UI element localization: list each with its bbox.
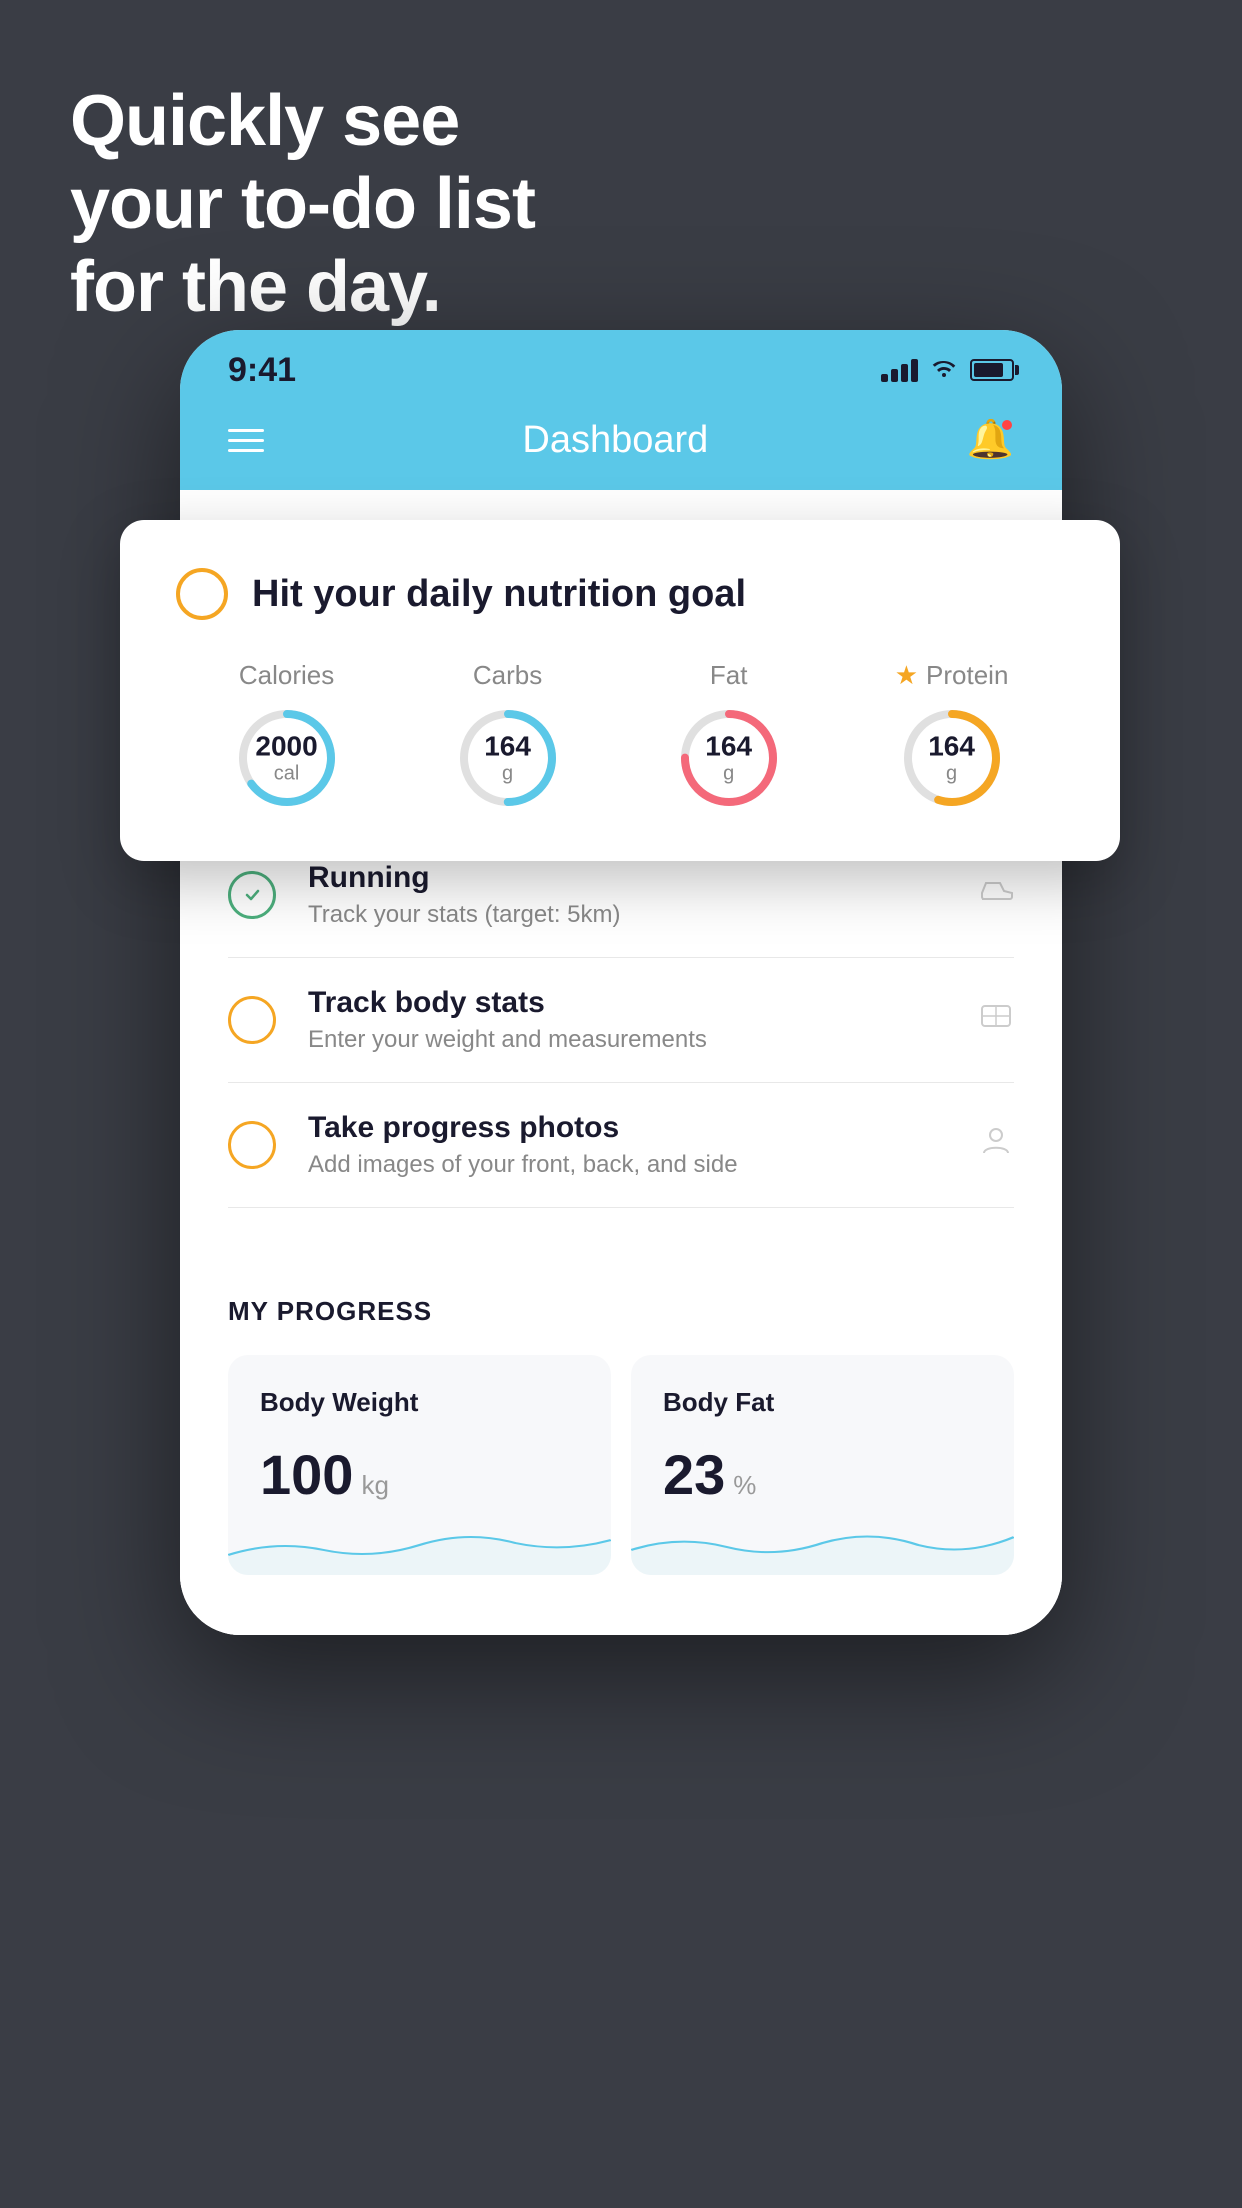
status-time: 9:41 (228, 351, 296, 390)
body-fat-card: Body Fat 23 % (631, 1355, 1014, 1575)
todo-circle-nutrition (176, 568, 228, 620)
scale-icon (978, 998, 1014, 1043)
todo-title-photos: Take progress photos (308, 1111, 946, 1145)
todo-list: Running Track your stats (target: 5km) T… (180, 833, 1062, 1208)
menu-button[interactable] (228, 429, 264, 452)
header-title: Dashboard (522, 419, 708, 462)
calories-value: 2000 cal (255, 732, 317, 785)
body-weight-title: Body Weight (260, 1387, 579, 1418)
nutrition-grid: Calories 2000 cal Carbs (176, 660, 1064, 813)
todo-sub-body-stats: Enter your weight and measurements (308, 1026, 946, 1054)
body-weight-unit: kg (361, 1470, 388, 1501)
nutrition-card: Hit your daily nutrition goal Calories 2… (120, 520, 1120, 861)
signal-icon (881, 358, 918, 382)
shoe-icon (978, 873, 1014, 918)
progress-cards: Body Weight 100 kg Body Fat (228, 1355, 1014, 1575)
notification-dot (1000, 418, 1014, 432)
body-fat-title: Body Fat (663, 1387, 982, 1418)
body-fat-unit: % (733, 1470, 756, 1501)
todo-title-running: Running (308, 861, 946, 895)
todo-text-photos: Take progress photos Add images of your … (308, 1111, 946, 1179)
calories-circle: 2000 cal (232, 703, 342, 813)
protein-label: ★ Protein (895, 660, 1009, 691)
carbs-label: Carbs (473, 660, 542, 691)
progress-section: MY PROGRESS Body Weight 100 kg (180, 1256, 1062, 1575)
todo-sub-photos: Add images of your front, back, and side (308, 1151, 946, 1179)
card-title: Hit your daily nutrition goal (252, 573, 746, 616)
protein-value: 164 g (928, 732, 975, 785)
notification-bell-icon[interactable]: 🔔 (967, 418, 1014, 462)
carbs-value: 164 g (484, 732, 531, 785)
status-bar: 9:41 (180, 330, 1062, 402)
body-fat-number: 23 (663, 1442, 725, 1507)
todo-circle-body-stats (228, 996, 276, 1044)
body-weight-card: Body Weight 100 kg (228, 1355, 611, 1575)
progress-section-title: MY PROGRESS (228, 1296, 1014, 1327)
todo-item-body-stats[interactable]: Track body stats Enter your weight and m… (228, 958, 1014, 1083)
nutrition-item-fat: Fat 164 g (674, 660, 784, 813)
nutrition-item-calories: Calories 2000 cal (232, 660, 342, 813)
star-icon: ★ (895, 660, 918, 691)
body-fat-value: 23 % (663, 1442, 982, 1507)
calories-label: Calories (239, 660, 334, 691)
app-header: Dashboard 🔔 (180, 402, 1062, 490)
nutrition-item-protein: ★ Protein 164 g (895, 660, 1009, 813)
body-weight-value: 100 kg (260, 1442, 579, 1507)
wifi-icon (928, 355, 960, 386)
todo-circle-running (228, 871, 276, 919)
todo-text-body-stats: Track body stats Enter your weight and m… (308, 986, 946, 1054)
carbs-circle: 164 g (453, 703, 563, 813)
card-title-row: Hit your daily nutrition goal (176, 568, 1064, 620)
fat-value: 164 g (705, 732, 752, 785)
status-icons (881, 355, 1014, 386)
fat-label: Fat (710, 660, 748, 691)
protein-circle: 164 g (897, 703, 1007, 813)
fat-circle: 164 g (674, 703, 784, 813)
todo-text-running: Running Track your stats (target: 5km) (308, 861, 946, 929)
body-fat-wave (631, 1515, 1014, 1575)
nutrition-item-carbs: Carbs 164 g (453, 660, 563, 813)
todo-circle-photos (228, 1121, 276, 1169)
person-icon (978, 1123, 1014, 1168)
battery-icon (970, 359, 1014, 381)
todo-sub-running: Track your stats (target: 5km) (308, 901, 946, 929)
todo-title-body-stats: Track body stats (308, 986, 946, 1020)
hero-text: Quickly see your to-do list for the day. (70, 80, 535, 328)
body-weight-number: 100 (260, 1442, 353, 1507)
body-weight-wave (228, 1515, 611, 1575)
todo-item-photos[interactable]: Take progress photos Add images of your … (228, 1083, 1014, 1208)
